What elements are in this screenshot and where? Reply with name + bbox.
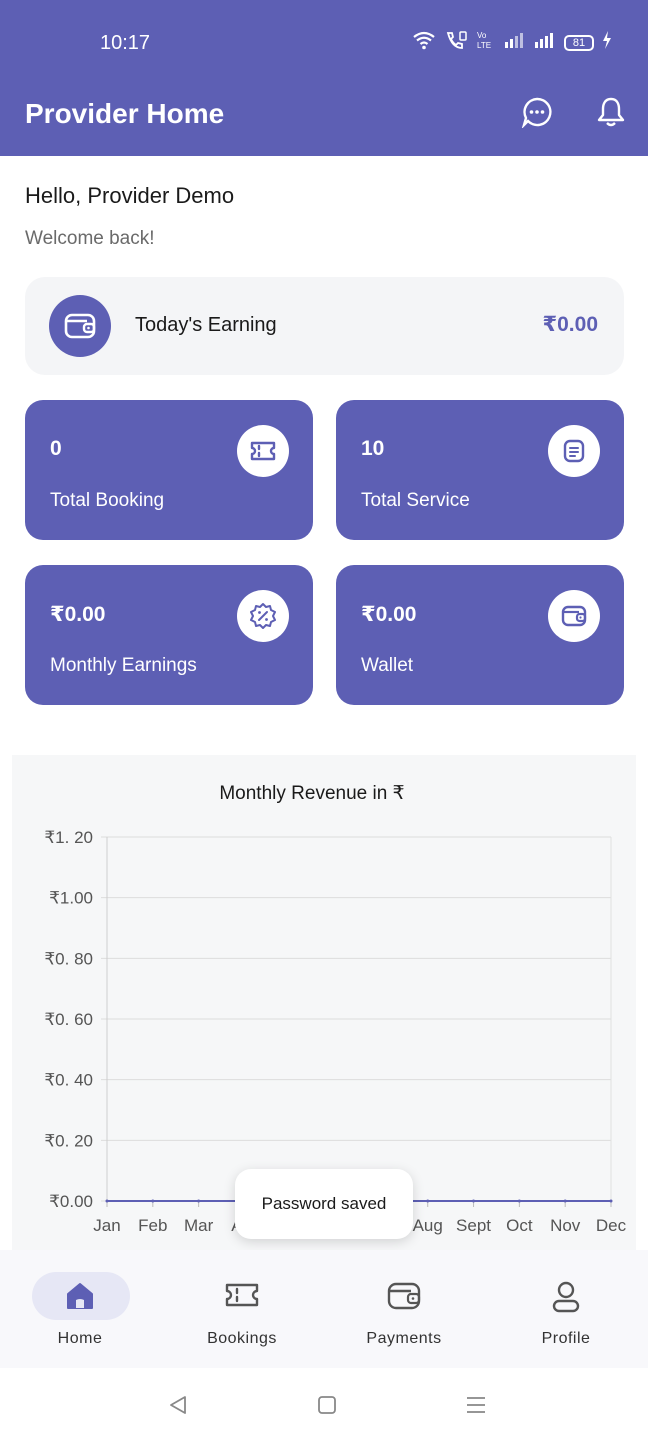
monthly-earnings-value: ₹0.00 (50, 603, 106, 626)
system-navigation-bar (0, 1368, 648, 1440)
document-icon (548, 425, 600, 477)
monthly-earnings-label: Monthly Earnings (50, 655, 197, 676)
revenue-data-point (517, 1199, 521, 1203)
home-square-icon[interactable] (314, 1392, 340, 1418)
signal-icon (504, 31, 526, 54)
user-icon (496, 1280, 636, 1314)
y-tick-label: ₹0. 20 (44, 1131, 93, 1150)
y-tick-label: ₹1. 20 (44, 828, 93, 847)
todays-earning-card[interactable]: Today's Earning ₹0.00 (25, 277, 624, 375)
nav-item-profile[interactable]: Profile (496, 1272, 636, 1352)
nav-label-bookings: Bookings (207, 1330, 277, 1347)
chat-button[interactable] (520, 97, 554, 131)
nav-label-payments: Payments (366, 1330, 442, 1347)
menu-icon[interactable] (463, 1392, 489, 1418)
y-tick-label: ₹0. 60 (44, 1010, 93, 1029)
todays-earning-label: Today's Earning (135, 314, 277, 336)
svg-text:Vo: Vo (477, 31, 487, 40)
revenue-data-point (151, 1199, 155, 1203)
nav-item-bookings[interactable]: Bookings (172, 1272, 312, 1352)
x-tick-label: Dec (596, 1216, 627, 1235)
bottom-navigation: Home Bookings Payments Profile (0, 1250, 648, 1368)
app-bar: Provider Home (0, 80, 648, 156)
volte-call-icon (444, 30, 468, 55)
wifi-icon (412, 30, 436, 55)
x-tick-label: Mar (184, 1216, 214, 1235)
signal-icon (534, 31, 556, 54)
discount-badge-icon (237, 590, 289, 642)
x-tick-label: Feb (138, 1216, 167, 1235)
back-icon[interactable] (165, 1392, 191, 1418)
x-tick-label: Aug (413, 1216, 443, 1235)
x-tick-label: Oct (506, 1216, 533, 1235)
y-tick-label: ₹1.00 (49, 889, 93, 908)
total-booking-label: Total Booking (50, 490, 165, 511)
wallet-card[interactable]: ₹0.00 Wallet (336, 565, 624, 705)
nav-item-payments[interactable]: Payments (334, 1272, 474, 1352)
wallet-icon (334, 1280, 474, 1314)
wallet-icon (548, 590, 600, 642)
charging-icon (602, 31, 612, 54)
total-service-label: Total Service (361, 490, 470, 511)
home-icon (10, 1280, 150, 1314)
monthly-earnings-card[interactable]: ₹0.00 Monthly Earnings (25, 565, 313, 705)
bell-icon (596, 96, 626, 133)
revenue-data-point (197, 1199, 201, 1203)
todays-earning-value: ₹0.00 (542, 313, 598, 336)
wallet-label: Wallet (361, 655, 414, 676)
svg-text:LTE: LTE (477, 41, 491, 50)
total-booking-value: 0 (50, 437, 62, 460)
status-bar: 10:17 Vo LTE 81 (0, 0, 648, 80)
revenue-data-point (609, 1199, 613, 1203)
y-tick-label: ₹0. 80 (44, 949, 93, 968)
total-service-value: 10 (361, 437, 385, 460)
revenue-data-point (105, 1199, 109, 1203)
x-tick-label: Sept (456, 1216, 491, 1235)
chat-icon (521, 96, 553, 133)
nav-item-home[interactable]: Home (10, 1272, 150, 1352)
status-icons: Vo LTE 81 (412, 30, 612, 55)
total-booking-card[interactable]: 0 Total Booking (25, 400, 313, 540)
welcome-text: Welcome back! (25, 228, 155, 249)
nav-label-profile: Profile (541, 1330, 591, 1347)
greeting-text: Hello, Provider Demo (25, 183, 235, 208)
revenue-data-point (563, 1199, 567, 1203)
y-tick-label: ₹0.00 (49, 1192, 93, 1211)
revenue-data-point (426, 1199, 430, 1203)
x-tick-label: Jan (93, 1216, 120, 1235)
toast-message: Password saved (235, 1169, 413, 1239)
x-tick-label: Nov (550, 1216, 581, 1235)
status-time: 10:17 (100, 32, 151, 54)
battery-icon: 81 (564, 34, 594, 51)
wallet-value: ₹0.00 (361, 603, 417, 626)
page-title: Provider Home (25, 98, 225, 129)
revenue-data-point (472, 1199, 476, 1203)
wallet-icon (49, 295, 111, 357)
nav-label-home: Home (57, 1330, 103, 1347)
ticket-icon (237, 425, 289, 477)
y-tick-label: ₹0. 40 (44, 1071, 93, 1090)
ticket-icon (172, 1280, 312, 1314)
volte-lte-icon: Vo LTE (476, 30, 496, 55)
notifications-button[interactable] (594, 97, 628, 131)
total-service-card[interactable]: 10 Total Service (336, 400, 624, 540)
